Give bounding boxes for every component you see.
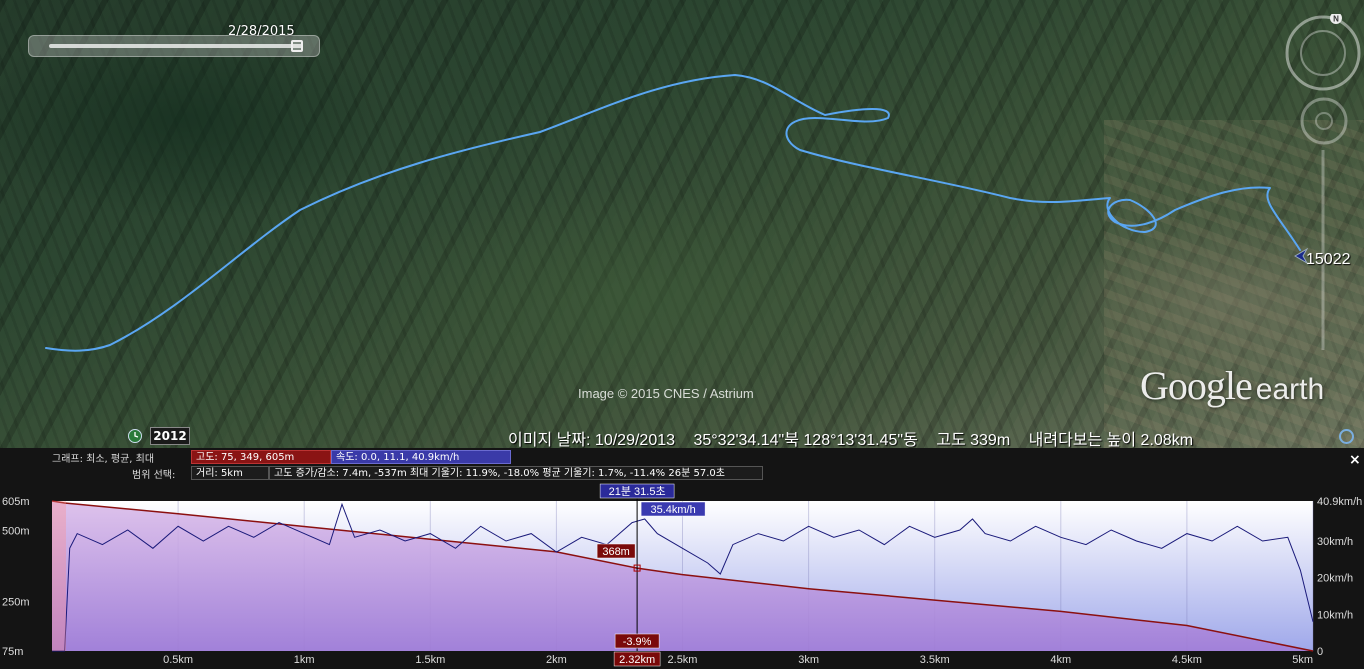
profile-chart[interactable]: 605m 500m 250m 75m 40.9km/h 30km/h 20km/h 10km… bbox=[0, 482, 1364, 669]
time-slider-thumb[interactable] bbox=[291, 40, 303, 52]
compass-control[interactable]: N bbox=[1284, 14, 1362, 92]
time-slider-track[interactable] bbox=[49, 44, 303, 48]
svg-text:N: N bbox=[1333, 15, 1339, 24]
close-profile-button[interactable]: × bbox=[1349, 452, 1361, 468]
x-tick-label: 2.5km bbox=[668, 654, 698, 666]
imagery-attribution: Image © 2015 CNES / Astrium bbox=[578, 386, 754, 401]
map-view[interactable]: 2/28/2015 N 15022 Image © 2015 CNES / As… bbox=[0, 0, 1364, 448]
range-select-label: 범위 선택: bbox=[132, 470, 176, 481]
x-tick-label: 4.5km bbox=[1172, 654, 1202, 666]
streaming-progress-icon bbox=[1339, 429, 1354, 444]
status-bar: 이미지 날짜: 10/29/2013 35°32'34.14"북 128°13'… bbox=[508, 426, 1207, 448]
graph-stats-label: 그래프: 최소, 평균, 최대 bbox=[52, 454, 155, 465]
right-tick-label: 40.9km/h bbox=[1317, 496, 1362, 508]
altitude-stats-toggle[interactable]: 고도: 75, 349, 605m bbox=[191, 450, 331, 464]
x-tick-label: 3.5km bbox=[920, 654, 950, 666]
cursor-speed-label: 35.4km/h bbox=[650, 504, 695, 516]
start-marker bbox=[52, 501, 66, 651]
left-axis: 605m 500m 250m 75m bbox=[2, 496, 30, 658]
left-tick-label: 250m bbox=[2, 596, 30, 608]
x-tick-label: 1km bbox=[294, 654, 315, 666]
left-tick-label: 500m bbox=[2, 526, 30, 538]
look-joystick-icon[interactable] bbox=[1298, 95, 1350, 147]
x-tick-label: 4km bbox=[1050, 654, 1071, 666]
x-tick-label: 3km bbox=[798, 654, 819, 666]
time-slider-date: 2/28/2015 bbox=[228, 24, 295, 39]
track-end-label: 15022 bbox=[1306, 251, 1351, 268]
imagery-year-badge[interactable]: 2012 bbox=[150, 427, 190, 445]
gain-loss-stats: 고도 증가/감소: 7.4m, -537m 최대 기울기: 11.9%, -18… bbox=[269, 466, 763, 480]
elevation: 고도 339m bbox=[936, 432, 1011, 448]
historical-imagery-clock-icon[interactable] bbox=[126, 428, 144, 444]
cursor-alt-label: 368m bbox=[602, 546, 630, 558]
x-tick-label: 2km bbox=[546, 654, 567, 666]
cursor-slope-label: -3.9% bbox=[623, 636, 652, 648]
right-tick-label: 20km/h bbox=[1317, 573, 1353, 585]
zoom-slider[interactable] bbox=[1316, 150, 1330, 350]
left-tick-label: 75m bbox=[2, 646, 23, 658]
eye-altitude: 내려다보는 높이 2.08km bbox=[1028, 432, 1194, 448]
cursor-distance-label: 2.32km bbox=[619, 654, 655, 666]
right-tick-label: 30km/h bbox=[1317, 536, 1353, 548]
cursor-time-label: 21분 31.5초 bbox=[609, 485, 666, 498]
distance-stat: 거리: 5km bbox=[191, 466, 269, 480]
x-tick-label: 1.5km bbox=[415, 654, 445, 666]
x-tick-label: 5km bbox=[1292, 654, 1313, 666]
left-tick-label: 605m bbox=[2, 496, 30, 508]
right-axis: 40.9km/h 30km/h 20km/h 10km/h 0 bbox=[1317, 496, 1362, 658]
coordinates: 35°32'34.14"북 128°13'31.45"동 bbox=[693, 432, 918, 448]
x-axis: 0.5km 1km 1.5km 2km 2.5km 3km 3.5km 4km 4.5km 5km bbox=[163, 654, 1313, 666]
right-tick-label: 0 bbox=[1317, 646, 1323, 658]
right-tick-label: 10km/h bbox=[1317, 609, 1353, 621]
image-date: 이미지 날짜: 10/29/2013 bbox=[508, 432, 676, 448]
speed-stats-toggle[interactable]: 속도: 0.0, 11.1, 40.9km/h bbox=[331, 450, 511, 464]
google-earth-logo: Google earth bbox=[1140, 363, 1325, 408]
x-tick-label: 0.5km bbox=[163, 654, 193, 666]
